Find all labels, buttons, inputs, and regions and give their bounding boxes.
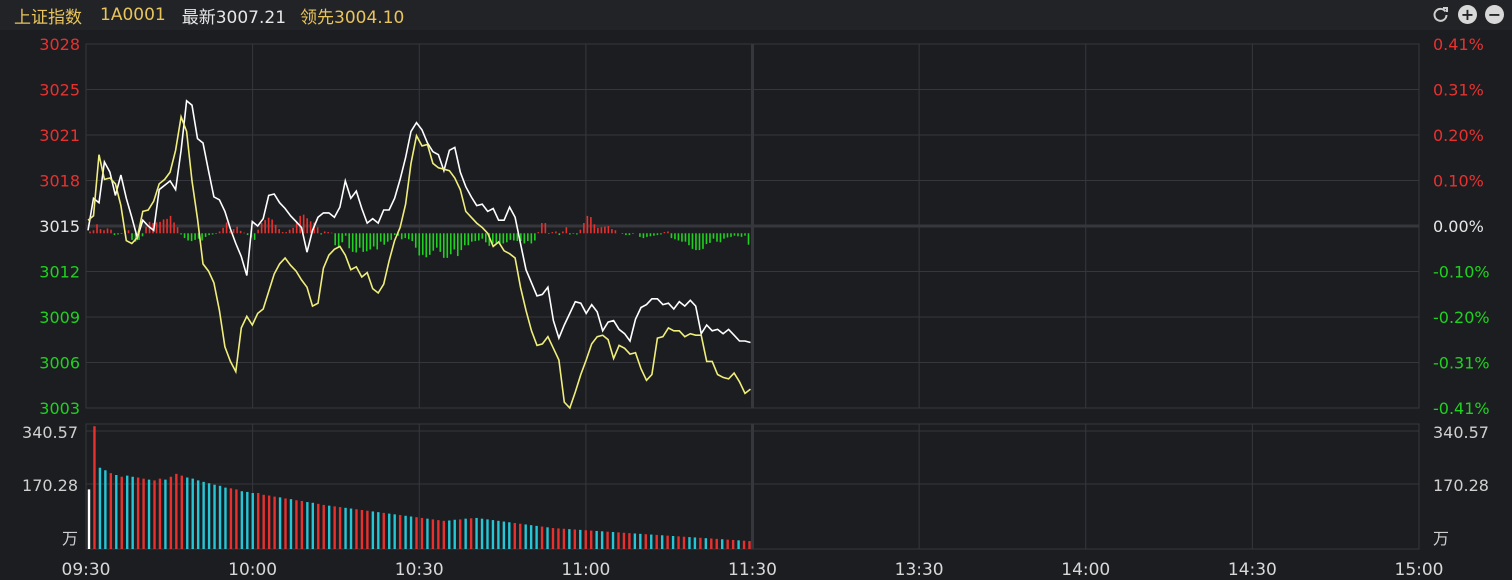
volume-tick-label: 340.57 (22, 423, 78, 442)
time-tick-label: 11:30 (728, 560, 777, 580)
time-tick-label: 09:30 (62, 560, 111, 580)
volume-tick-label: 340.57 (1433, 423, 1489, 442)
volume-tick-label: 万 (1433, 529, 1449, 548)
pct-tick-label: 0.31% (1433, 81, 1484, 100)
time-tick-label: 11:00 (561, 560, 610, 580)
y-tick-label: 3009 (39, 308, 80, 327)
volume-tick-label: 170.28 (22, 476, 78, 495)
time-share-chart: 3028 0.41% 3025 0.31% 3021 0.20% 3018 0.10% 3015… (22, 35, 1490, 580)
volume-tick-label: 170.28 (1433, 476, 1489, 495)
y-tick-label: 3018 (39, 172, 80, 191)
pct-tick-label: 0.00% (1433, 217, 1484, 236)
pct-tick-label: 0.41% (1433, 35, 1484, 54)
y-tick-label: 3012 (39, 263, 80, 282)
y-tick-label: 3025 (39, 81, 80, 100)
y-tick-label: 3003 (39, 399, 80, 418)
pct-tick-label: 0.20% (1433, 126, 1484, 145)
time-tick-label: 10:00 (228, 560, 277, 580)
time-tick-label: 13:30 (895, 560, 944, 580)
pct-tick-label: -0.31% (1433, 354, 1490, 373)
time-tick-label: 14:00 (1061, 560, 1110, 580)
y-tick-label: 3028 (39, 35, 80, 54)
y-tick-label: 3021 (39, 126, 80, 145)
chart-grid (85, 43, 1420, 550)
y-tick-label: 3015 (39, 217, 80, 236)
y-tick-label: 3006 (39, 354, 80, 373)
pct-tick-label: -0.41% (1433, 399, 1490, 418)
time-tick-label: 15:00 (1395, 560, 1444, 580)
time-tick-label: 10:30 (395, 560, 444, 580)
pct-tick-label: -0.10% (1433, 263, 1490, 282)
pct-tick-label: -0.20% (1433, 308, 1490, 327)
pct-tick-label: 0.10% (1433, 172, 1484, 191)
volume-tick-label: 万 (62, 529, 78, 548)
time-tick-label: 14:30 (1228, 560, 1277, 580)
